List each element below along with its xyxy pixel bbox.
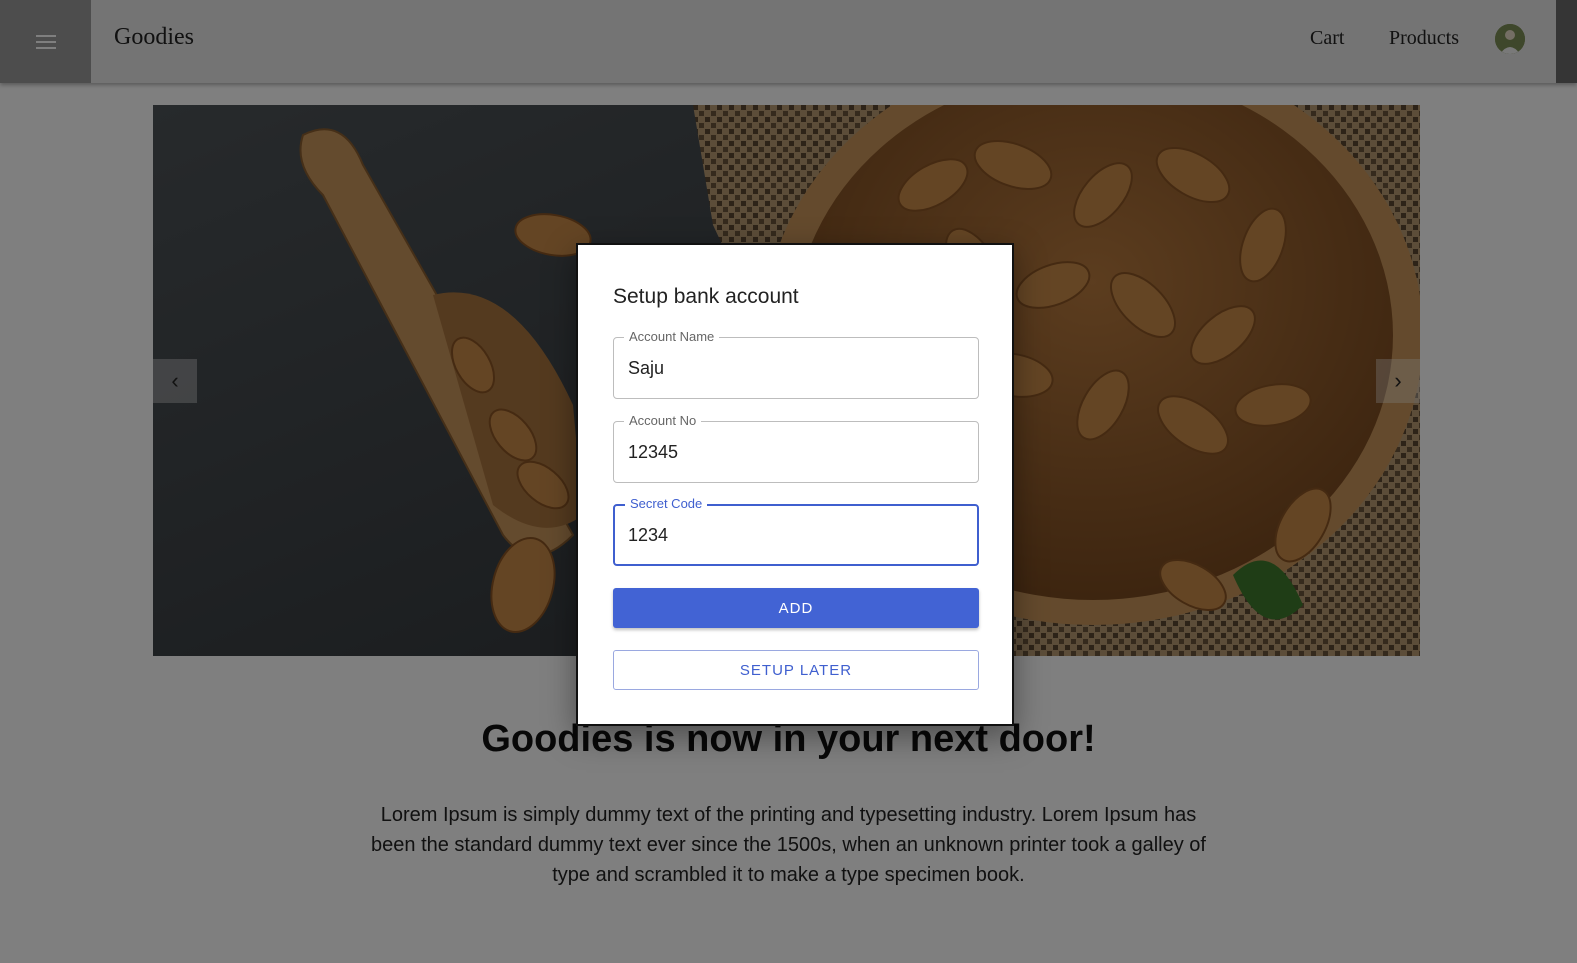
- secret-code-field[interactable]: Secret Code: [613, 496, 979, 566]
- account-no-label: Account No: [624, 413, 702, 428]
- account-name-field[interactable]: Account Name: [613, 329, 979, 399]
- secret-code-label: Secret Code: [625, 496, 708, 511]
- add-button[interactable]: ADD: [613, 588, 979, 628]
- account-name-label: Account Name: [624, 329, 720, 344]
- setup-later-button[interactable]: SETUP LATER: [613, 650, 979, 690]
- account-no-field[interactable]: Account No: [613, 413, 979, 483]
- secret-code-input[interactable]: [628, 525, 958, 546]
- account-no-input[interactable]: [628, 442, 958, 463]
- account-name-input[interactable]: [628, 358, 958, 379]
- setup-bank-dialog: Setup bank account Account Name Account …: [576, 243, 1014, 726]
- dialog-title: Setup bank account: [613, 285, 799, 308]
